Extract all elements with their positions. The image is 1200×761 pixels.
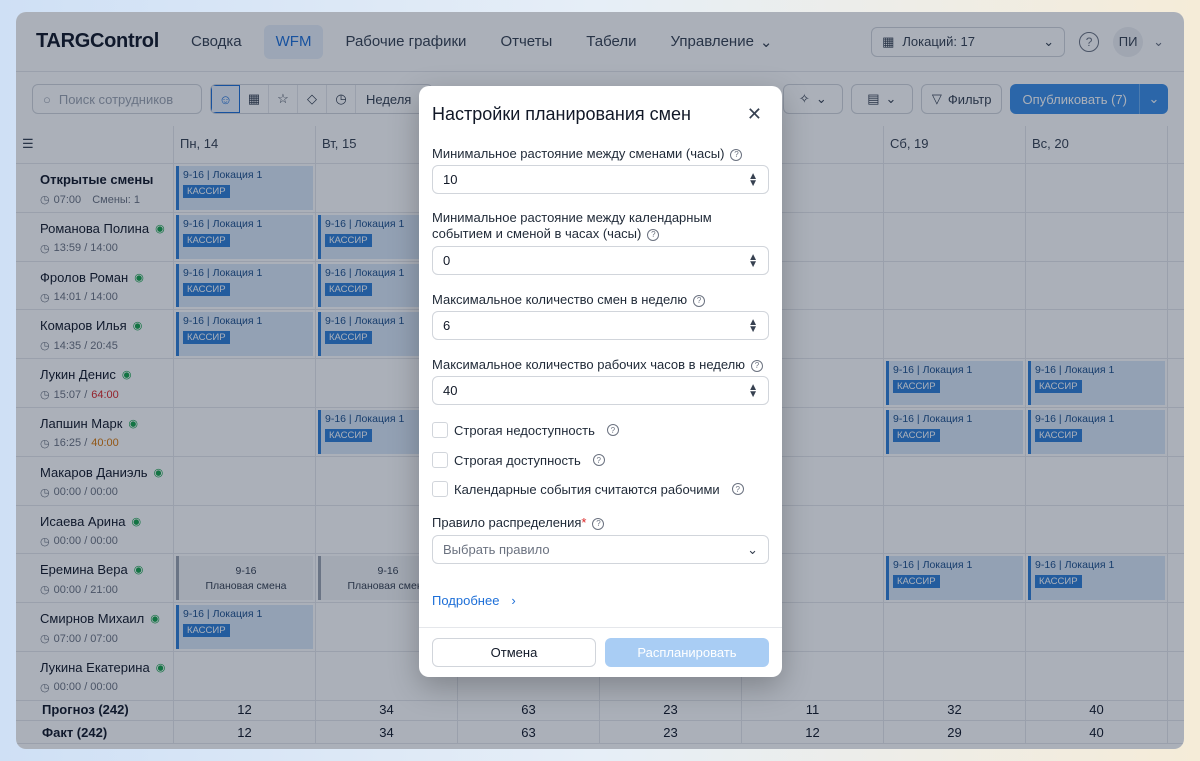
rule-select[interactable]: Выбрать правило ⌄: [432, 535, 769, 564]
min-gap-input[interactable]: 10 ▲ ▼: [432, 165, 769, 194]
events-working-checkbox[interactable]: [432, 481, 448, 497]
max-hours-label: Максимальное количество рабочих часов в …: [432, 357, 772, 373]
planning-settings-modal: Настройки планирования смен ✕ Минимально…: [419, 86, 782, 677]
max-shifts-value: 6: [443, 318, 451, 333]
question-icon[interactable]: ?: [647, 228, 660, 241]
max-shifts-label: Максимальное количество смен в неделю?: [432, 292, 772, 308]
events-working-label[interactable]: Календарные события считаются рабочими: [454, 482, 720, 497]
modal-divider: [419, 627, 782, 628]
stepper-icon[interactable]: ▲ ▼: [748, 171, 758, 188]
strict-unavailability-checkbox[interactable]: [432, 422, 448, 438]
question-icon[interactable]: ?: [730, 148, 743, 161]
max-shifts-label-text: Максимальное количество смен в неделю: [432, 292, 688, 307]
max-hours-label-text: Максимальное количество рабочих часов в …: [432, 357, 746, 372]
max-hours-value: 40: [443, 383, 458, 398]
strict-availability-label[interactable]: Строгая доступность: [454, 453, 581, 468]
question-icon[interactable]: ?: [751, 359, 764, 372]
min-gap-label: Минимальное растояние между сменами (час…: [432, 146, 772, 162]
min-event-gap-label: Минимальное растояние между календарным …: [432, 210, 772, 242]
stepper-icon[interactable]: ▲ ▼: [748, 382, 758, 399]
cancel-button[interactable]: Отмена: [432, 638, 596, 667]
strict-unavailability-row: Строгая недоступность?: [432, 422, 619, 438]
rule-label-text: Правило распределения: [432, 515, 582, 530]
question-icon[interactable]: ?: [731, 483, 744, 495]
stepper-icon[interactable]: ▲ ▼: [748, 252, 758, 269]
question-icon[interactable]: ?: [693, 294, 706, 307]
close-icon[interactable]: ✕: [747, 104, 762, 125]
rule-placeholder: Выбрать правило: [443, 542, 550, 557]
strict-availability-row: Строгая доступность?: [432, 452, 605, 468]
question-icon[interactable]: ?: [606, 424, 619, 436]
min-gap-label-text: Минимальное растояние между сменами (час…: [432, 146, 725, 161]
chevron-right-icon: ›: [511, 593, 516, 608]
min-event-gap-value: 0: [443, 253, 451, 268]
required-mark: *: [581, 515, 587, 530]
stepper-icon[interactable]: ▲ ▼: [748, 317, 758, 334]
max-hours-input[interactable]: 40 ▲ ▼: [432, 376, 769, 405]
chevron-down-icon: ⌄: [747, 541, 758, 557]
modal-title: Настройки планирования смен: [432, 104, 691, 124]
question-icon[interactable]: ?: [592, 517, 605, 530]
question-icon[interactable]: ?: [592, 454, 605, 466]
min-event-gap-label-text: Минимальное растояние между календарным …: [432, 210, 712, 241]
min-event-gap-input[interactable]: 0 ▲ ▼: [432, 246, 769, 275]
strict-availability-checkbox[interactable]: [432, 452, 448, 468]
more-link[interactable]: Подробнее ›: [432, 593, 516, 608]
rule-label: Правило распределения*?: [432, 515, 772, 531]
more-link-label: Подробнее: [432, 593, 500, 608]
schedule-button[interactable]: Распланировать: [605, 638, 769, 667]
min-gap-value: 10: [443, 172, 458, 187]
events-working-row: Календарные события считаются рабочими?: [432, 481, 744, 497]
strict-unavailability-label[interactable]: Строгая недоступность: [454, 423, 595, 438]
max-shifts-input[interactable]: 6 ▲ ▼: [432, 311, 769, 340]
